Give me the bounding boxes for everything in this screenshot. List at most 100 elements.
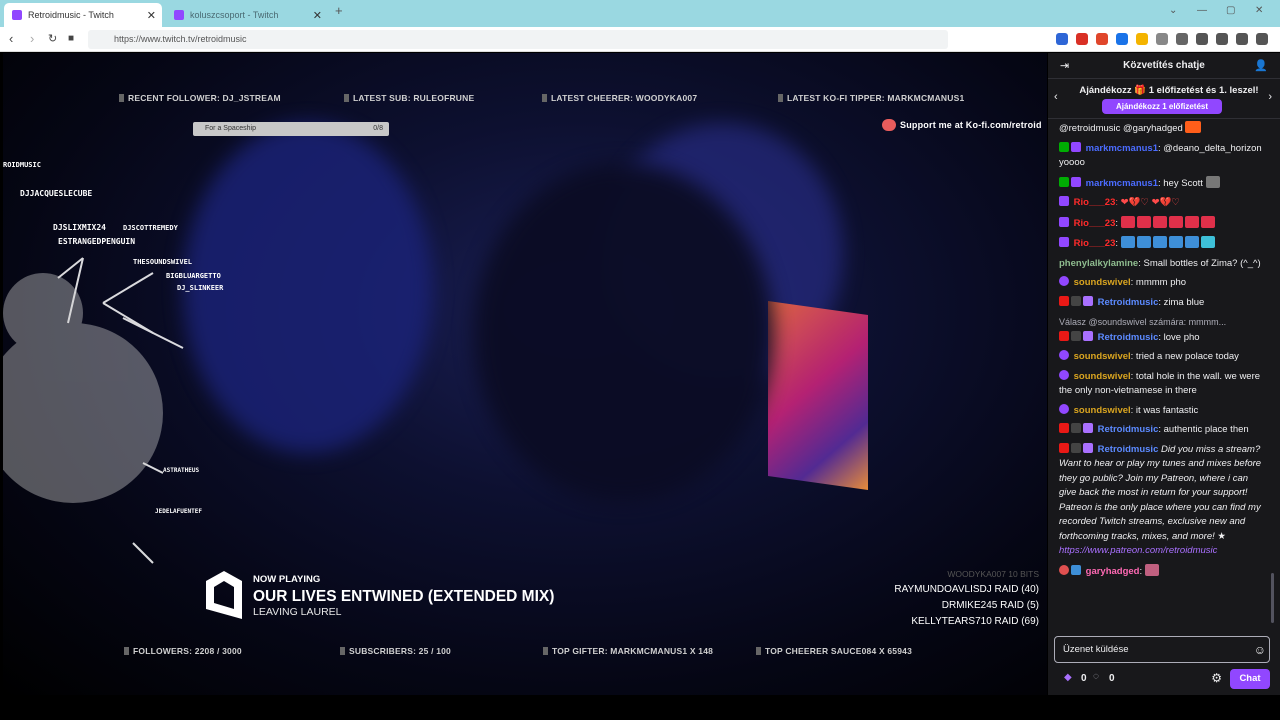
sub-badge-icon (1071, 176, 1081, 187)
chat-username[interactable]: garyhadged (1086, 566, 1140, 577)
badge-icon (1071, 564, 1081, 575)
chat-header: ⇥ Közvetítés chatje 👤 (1048, 53, 1280, 79)
video-player[interactable]: RECENT FOLLOWER: DJ_JSTREAM LATEST SUB: … (3, 53, 1047, 695)
settings-gear-icon[interactable]: ⚙ (1211, 671, 1222, 685)
chat-message: Rio___23: (1059, 215, 1266, 232)
bookmark-icon[interactable]: ■ (68, 33, 74, 44)
emote-picker-icon[interactable]: ☺ (1254, 643, 1266, 657)
chat-username[interactable]: Rio___23 (1074, 218, 1116, 229)
extension-icon[interactable] (1176, 33, 1188, 45)
twitch-icon (174, 10, 184, 20)
emote-icon (1136, 215, 1151, 228)
badge-icon (1071, 423, 1081, 433)
chat-username[interactable]: Retroidmusic (1098, 444, 1159, 455)
emote-icon (1136, 236, 1151, 248)
top-cheerer: TOP CHEERER SAUCE084 X 65943 (756, 646, 912, 656)
badge-icon (1071, 442, 1081, 453)
gift-sub-button[interactable]: Ajándékozz 1 előfizetést (1102, 99, 1222, 114)
back-icon[interactable]: ‹ (9, 31, 13, 46)
chat-username[interactable]: phenylalkylamine (1059, 258, 1138, 269)
subscribers-goal: SUBSCRIBERS: 25 / 100 (340, 646, 451, 656)
broadcaster-badge-icon (1059, 442, 1069, 453)
emote-icon (1144, 563, 1159, 576)
forward-icon[interactable]: › (30, 31, 34, 46)
prev-arrow-icon[interactable]: ‹ (1054, 91, 1058, 103)
chat-title: Közvetítés chatje (1123, 60, 1205, 71)
emote-icon (1200, 236, 1215, 248)
badge-icon (1071, 330, 1081, 341)
chat-username[interactable]: markmcmanus1 (1086, 143, 1158, 154)
chat-username[interactable]: Rio___23 (1074, 238, 1116, 249)
spaceship-goal-bar: For a Spaceship 0/8 (193, 122, 389, 136)
next-arrow-icon[interactable]: › (1268, 91, 1272, 103)
minimize-icon[interactable]: — (1197, 5, 1207, 16)
chat-message: phenylalkylamine: Small bottles of Zima?… (1059, 257, 1261, 269)
now-playing-label: NOW PLAYING (253, 574, 321, 585)
extension-icon[interactable] (1116, 33, 1128, 45)
extension-icon[interactable] (1076, 33, 1088, 45)
event-item: KELLYTEARS710 RAID (69) (911, 616, 1039, 627)
chat-message: soundswivel: total hole in the wall. we … (1059, 369, 1261, 396)
emote-icon (1184, 215, 1199, 228)
maximize-icon[interactable]: ▢ (1226, 5, 1235, 16)
tab-list-icon[interactable]: ⌄ (1169, 5, 1177, 16)
extension-icon[interactable] (1136, 33, 1148, 45)
latest-sub: LATEST SUB: RULEOFRUNE (344, 93, 474, 103)
close-tab-icon[interactable]: ✕ (147, 9, 156, 22)
chat-username[interactable]: soundswivel (1074, 405, 1131, 416)
tab-retroidmusic[interactable]: Retroidmusic - Twitch ✕ (4, 3, 162, 27)
chat-username[interactable]: Rio___23 (1074, 197, 1116, 208)
tab-koluszcsoport[interactable]: koluszcsoport - Twitch ✕ (166, 3, 328, 27)
reload-icon[interactable]: ↻ (48, 32, 57, 45)
bits-count: 0 (1081, 673, 1087, 684)
close-tab-icon[interactable]: ✕ (313, 9, 322, 22)
chat-footer: ◆ 0 ◌ 0 ⚙ Chat (1048, 667, 1280, 693)
chat-scrollbar[interactable] (1271, 573, 1274, 623)
new-tab-button[interactable]: + (335, 3, 343, 18)
emote-icon (1152, 215, 1167, 228)
broadcaster-badge-icon (1059, 330, 1069, 341)
chat-username[interactable]: markmcmanus1 (1086, 178, 1158, 189)
sub-badge-icon (1059, 237, 1069, 247)
extension-icon[interactable] (1056, 33, 1068, 45)
extension-icon[interactable] (1096, 33, 1108, 45)
extension-icon[interactable] (1156, 33, 1168, 45)
wallet-icon[interactable] (1236, 33, 1248, 45)
send-chat-button[interactable]: Chat (1230, 669, 1270, 689)
channel-points-icon[interactable]: ◌ (1093, 671, 1099, 682)
chat-input[interactable] (1054, 636, 1270, 663)
chat-username[interactable]: Retroidmusic (1098, 332, 1159, 343)
kofi-icon (882, 119, 896, 131)
chat-message: Retroidmusic Did you miss a stream? Want… (1059, 442, 1262, 556)
sub-badge-icon (1083, 295, 1093, 306)
gift-banner: ‹ Ajándékozz 🎁 1 előfizetést és 1. lesze… (1048, 79, 1280, 119)
sidebar-icon[interactable] (1216, 33, 1228, 45)
sub-badge-icon (1083, 330, 1093, 341)
bits-icon[interactable]: ◆ (1064, 672, 1072, 683)
sub-badge-icon (1059, 196, 1069, 206)
close-window-icon[interactable]: ✕ (1255, 5, 1263, 16)
burst-title: ROIDMUSIC (3, 161, 41, 169)
community-icon[interactable]: 👤 (1254, 53, 1268, 79)
top-gifter: TOP GIFTER: MARKMCMANUS1 X 148 (543, 646, 713, 656)
url-field[interactable]: https://www.twitch.tv/retroidmusic (88, 30, 948, 49)
collapse-chat-icon[interactable]: ⇥ (1060, 53, 1069, 79)
menu-icon[interactable] (1256, 33, 1268, 45)
chat-username[interactable]: Retroidmusic (1098, 297, 1159, 308)
chat-username[interactable]: soundswivel (1074, 371, 1131, 382)
chat-username[interactable]: Retroidmusic (1098, 424, 1159, 435)
event-item: DRMIKE245 RAID (5) (941, 600, 1039, 611)
latest-cheerer: LATEST CHEERER: WOODYKA007 (542, 93, 697, 103)
mod-badge-icon (1059, 176, 1069, 187)
patreon-link[interactable]: https://www.patreon.com/retroidmusic (1059, 545, 1217, 556)
chat-username[interactable]: soundswivel (1074, 277, 1131, 288)
chat-username[interactable]: soundswivel (1074, 351, 1131, 362)
track-title: OUR LIVES ENTWINED (EXTENDED MIX) (253, 588, 555, 605)
badge-icon (1059, 564, 1069, 575)
tab-title: Retroidmusic - Twitch (28, 10, 114, 20)
sub-badge-icon (1059, 350, 1069, 360)
music-icon[interactable] (1196, 33, 1208, 45)
emote-icon (1200, 215, 1215, 228)
reply-context[interactable]: Válasz @soundswivel számára: mmmm... (1059, 315, 1266, 330)
emote-icon (1205, 175, 1220, 188)
